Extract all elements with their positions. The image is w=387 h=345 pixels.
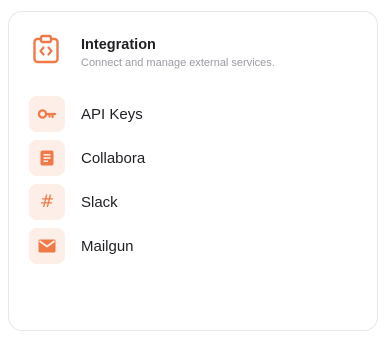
integration-item-collabora[interactable]: Collabora	[29, 140, 145, 176]
card-subtitle: Connect and manage external services.	[81, 57, 275, 69]
header-text: Integration Connect and manage external …	[81, 34, 275, 70]
item-label: Slack	[81, 193, 118, 211]
hashtag-glyph: #	[39, 191, 55, 212]
item-label: Mailgun	[81, 237, 134, 255]
document-icon	[29, 140, 65, 176]
hashtag-icon: #	[29, 184, 65, 220]
integration-list: API Keys Collabora # Slack Mailgun	[29, 96, 145, 272]
item-label: API Keys	[81, 105, 143, 123]
integration-item-mailgun[interactable]: Mailgun	[29, 228, 145, 264]
integration-card: Integration Connect and manage external …	[8, 11, 378, 331]
integration-item-slack[interactable]: # Slack	[29, 184, 145, 220]
envelope-icon	[29, 228, 65, 264]
code-clipboard-icon	[31, 34, 61, 64]
item-label: Collabora	[81, 149, 146, 167]
card-title: Integration	[81, 37, 156, 53]
key-icon	[29, 96, 65, 132]
card-header: Integration Connect and manage external …	[31, 34, 275, 70]
integration-item-api-keys[interactable]: API Keys	[29, 96, 145, 132]
